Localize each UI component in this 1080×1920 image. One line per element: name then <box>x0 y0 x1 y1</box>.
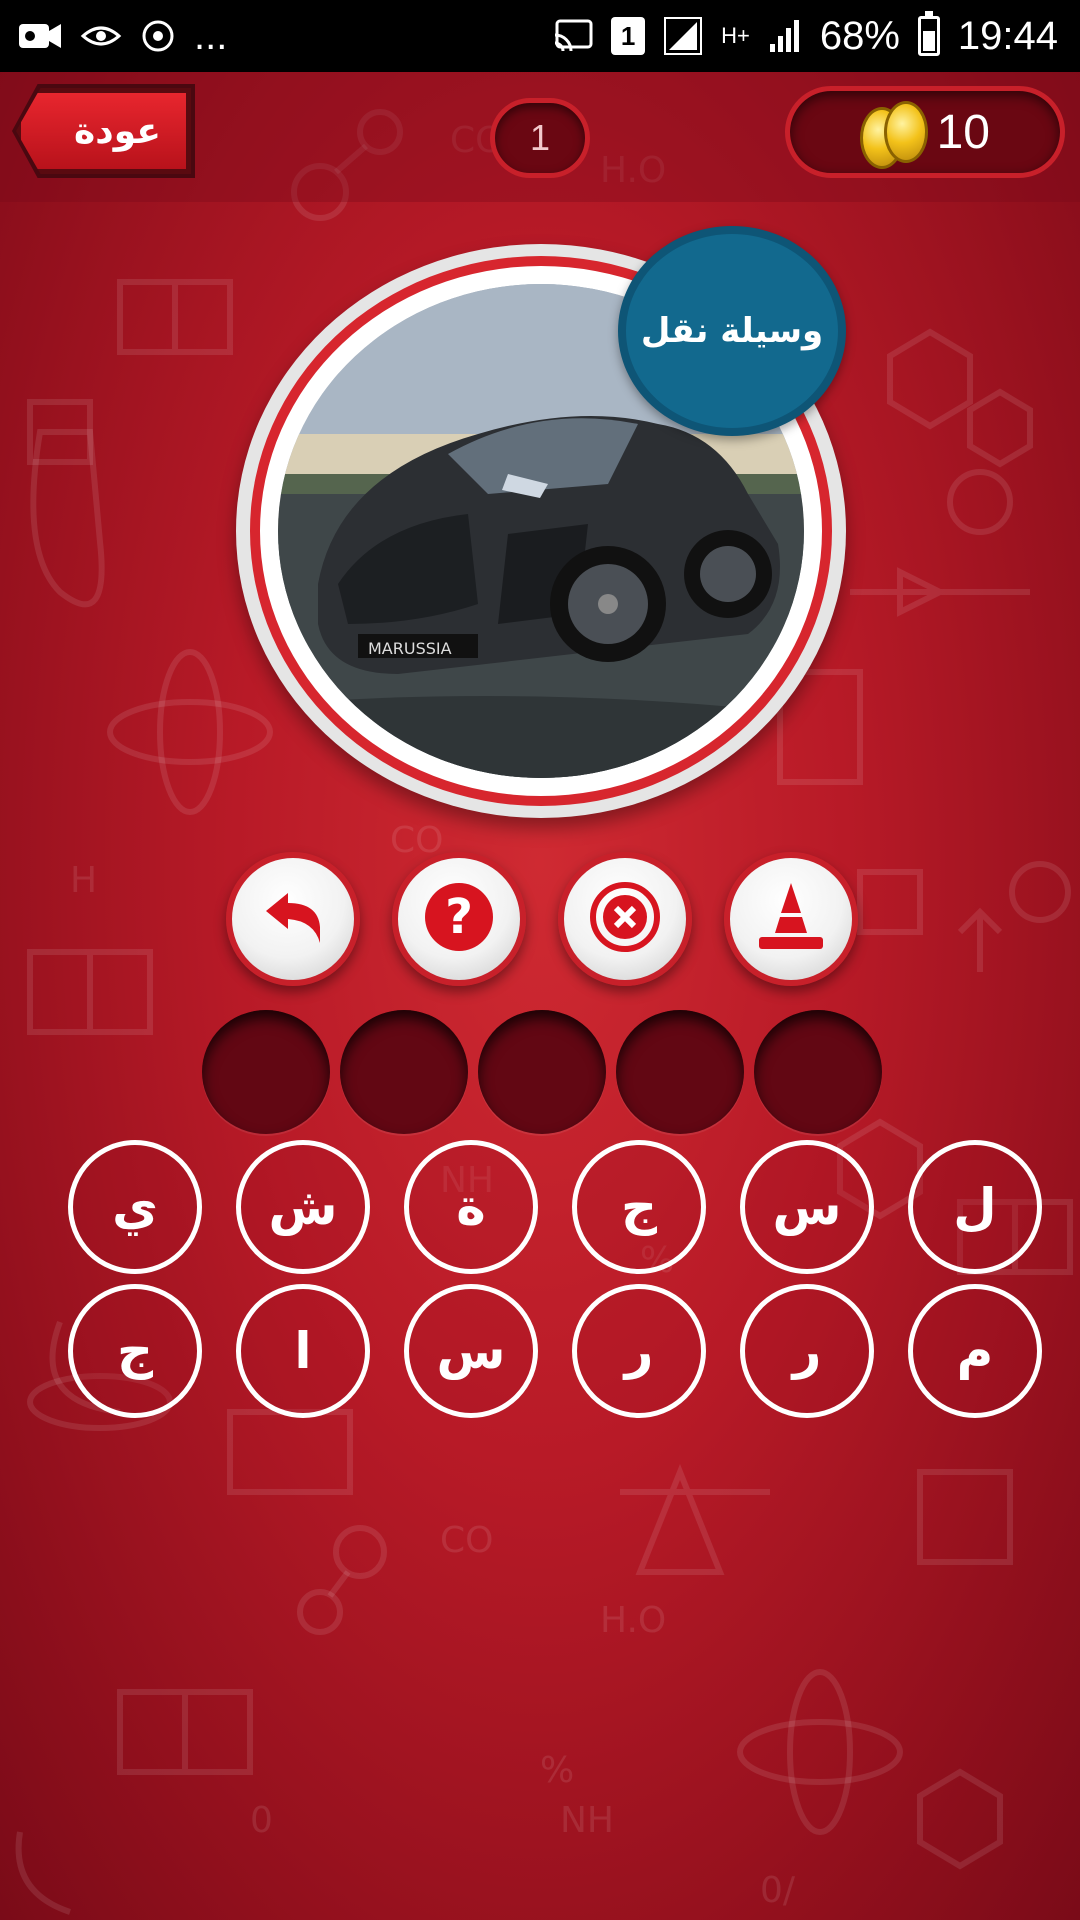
sync-icon <box>140 18 176 54</box>
letter-tile[interactable]: ي <box>68 1140 202 1274</box>
level-indicator: 1 <box>490 98 590 178</box>
network-type: H+ <box>721 23 750 48</box>
coins-icon <box>860 101 940 171</box>
status-left: ... <box>18 14 227 59</box>
svg-text:MARUSSIA: MARUSSIA <box>368 639 452 658</box>
letter-tile[interactable]: ج <box>68 1284 202 1418</box>
letter-tile[interactable]: ل <box>908 1140 1042 1274</box>
category-label: وسيلة نقل <box>640 311 824 351</box>
undo-button[interactable] <box>226 852 360 986</box>
status-overflow: ... <box>194 13 228 58</box>
traffic-cone-icon <box>753 879 829 959</box>
hint-button[interactable]: ? <box>392 852 526 986</box>
letter-tile[interactable]: س <box>740 1140 874 1274</box>
remove-letters-icon <box>589 881 661 957</box>
coins-counter[interactable]: 10 <box>785 86 1065 178</box>
cast-icon <box>553 19 593 53</box>
battery-percent: 68% <box>819 13 900 58</box>
letter-tile[interactable]: م <box>908 1284 1042 1418</box>
svg-text:0/: 0/ <box>760 1870 796 1911</box>
letter-tile[interactable]: ة <box>404 1140 538 1274</box>
letter-tile[interactable]: ا <box>236 1284 370 1418</box>
eye-comfort-icon <box>80 18 122 54</box>
svg-text:CO: CO <box>390 820 443 861</box>
back-button-label: عودة <box>74 110 161 152</box>
remove-letters-button[interactable] <box>558 852 692 986</box>
svg-text:CO: CO <box>440 1520 493 1561</box>
signal-bars-icon <box>768 18 802 54</box>
answer-slot-3[interactable] <box>478 1010 606 1134</box>
svg-text:0: 0 <box>250 1800 273 1841</box>
status-right: 1 H+ 68% 19:44 <box>553 11 1058 59</box>
letter-tile[interactable]: ر <box>740 1284 874 1418</box>
letter-tile[interactable]: س <box>404 1284 538 1418</box>
sim-badge: 1 <box>611 17 646 55</box>
letter-tile[interactable]: ر <box>572 1284 706 1418</box>
coins-count: 10 <box>936 105 990 159</box>
svg-text:?: ? <box>445 889 473 945</box>
undo-arrow-icon <box>258 887 328 951</box>
answer-slot-5[interactable] <box>754 1010 882 1134</box>
video-call-icon <box>18 19 62 53</box>
svg-text:H: H <box>70 860 97 901</box>
status-bar: ... 1 H+ 68% 19:44 <box>0 0 1080 72</box>
svg-text:H.O: H.O <box>600 1600 666 1641</box>
svg-text:%: % <box>540 1750 574 1791</box>
signal-icon <box>663 16 703 56</box>
answer-slot-1[interactable] <box>202 1010 330 1134</box>
answer-slot-2[interactable] <box>340 1010 468 1134</box>
category-badge: وسيلة نقل <box>618 226 846 436</box>
answer-slot-4[interactable] <box>616 1010 744 1134</box>
battery-icon <box>917 11 940 56</box>
level-number: 1 <box>529 117 551 158</box>
letter-tile[interactable]: ش <box>236 1140 370 1274</box>
clock: 19:44 <box>957 13 1058 58</box>
svg-text:NH: NH <box>560 1800 614 1841</box>
question-mark-icon: ? <box>423 881 495 957</box>
back-button[interactable]: عودة <box>16 88 191 174</box>
skip-level-button[interactable] <box>724 852 858 986</box>
letter-tile[interactable]: ج <box>572 1140 706 1274</box>
